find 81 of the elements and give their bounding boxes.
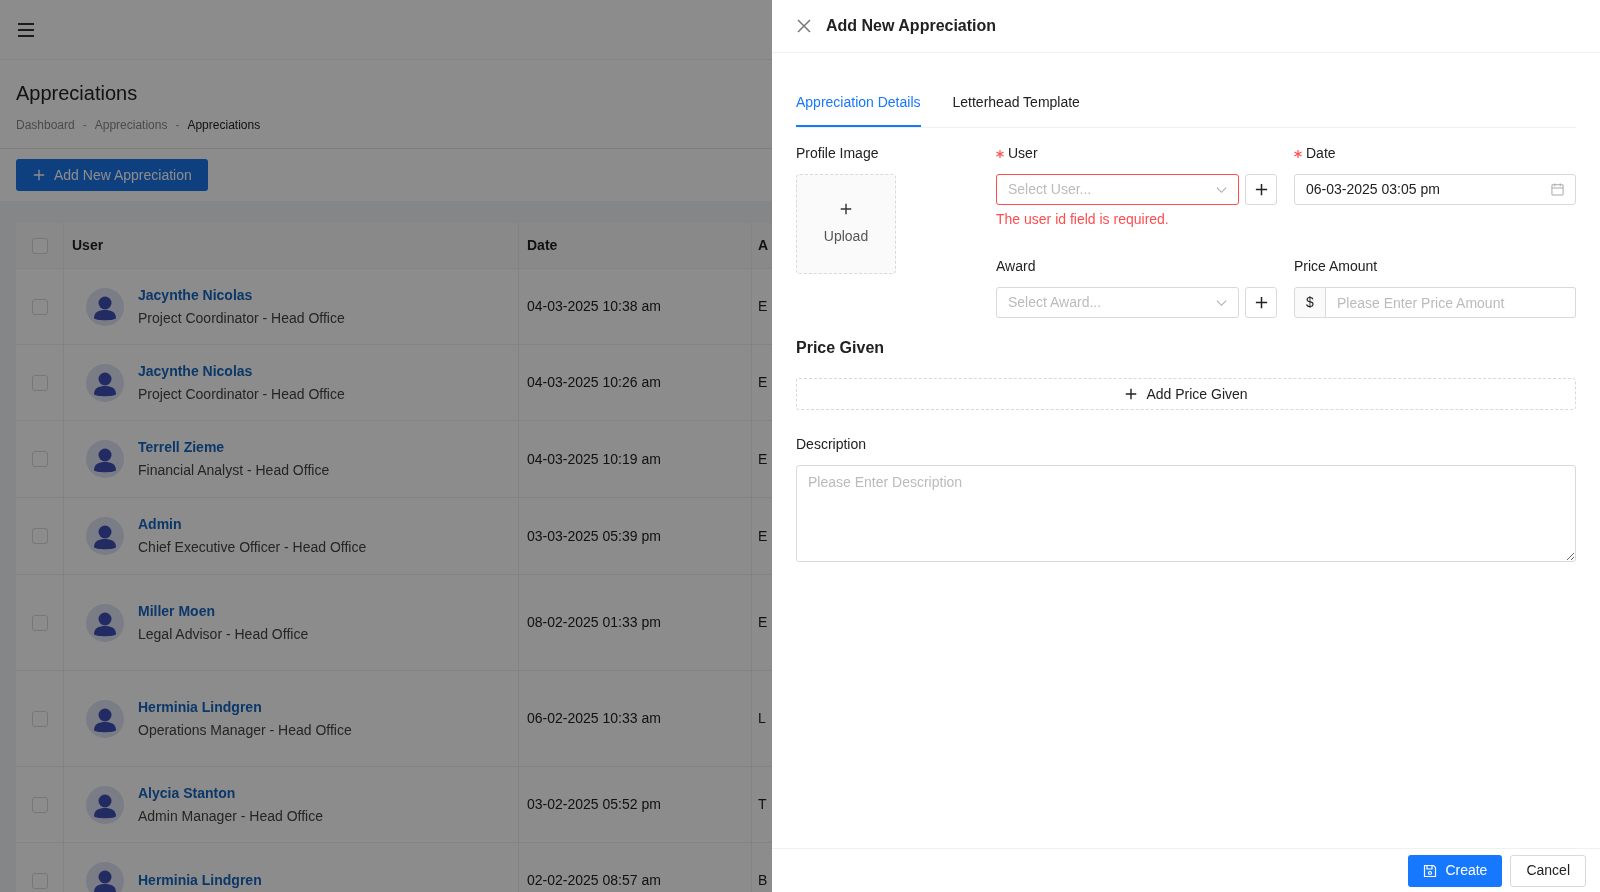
avatar-icon xyxy=(86,440,124,478)
user-role: Project Coordinator - Head Office xyxy=(138,308,345,328)
user-role: Project Coordinator - Head Office xyxy=(138,384,345,404)
add-appreciation-button[interactable]: Add New Appreciation xyxy=(16,159,208,191)
table-cell-text: 04-03-2025 10:26 am xyxy=(527,373,661,392)
field-label: Date xyxy=(1306,144,1336,163)
table-cell-text: E xyxy=(758,297,768,316)
drawer-title: Add New Appreciation xyxy=(826,16,997,36)
user-name-link[interactable]: Herminia Lindgren xyxy=(138,870,262,891)
upload-button[interactable]: Upload xyxy=(796,174,896,274)
table-cell-text: T xyxy=(758,795,767,814)
tab[interactable]: Letterhead Template xyxy=(952,92,1080,127)
column-header: Date xyxy=(527,236,558,255)
table-cell-text: 02-02-2025 08:57 am xyxy=(527,871,661,890)
user-name-link[interactable]: Jacynthe Nicolas xyxy=(138,360,345,382)
user-role: Operations Manager - Head Office xyxy=(138,720,352,740)
plus-icon xyxy=(839,201,853,216)
avatar-icon xyxy=(86,861,124,892)
add-price-given-button[interactable]: Add Price Given xyxy=(796,378,1576,410)
column-header: A xyxy=(758,236,769,255)
plus-icon xyxy=(1253,182,1269,197)
user-role: Admin Manager - Head Office xyxy=(138,806,323,826)
add-button[interactable] xyxy=(1245,287,1277,318)
table-cell-text: E xyxy=(758,373,768,392)
avatar-icon xyxy=(86,287,124,326)
avatar-icon xyxy=(86,699,124,738)
description-input[interactable]: Please Enter Description xyxy=(796,465,1576,562)
column-header: User xyxy=(72,236,104,255)
save-icon xyxy=(1423,863,1438,878)
select-field[interactable]: Select User... xyxy=(996,174,1239,205)
user-name-link[interactable]: Alycia Stanton xyxy=(138,782,323,804)
field-label: Award xyxy=(996,257,1036,276)
avatar-icon xyxy=(86,603,124,642)
section-heading: Price Given xyxy=(796,338,886,358)
create-button[interactable]: Create xyxy=(1408,854,1503,887)
breadcrumb-separator: - xyxy=(82,117,87,134)
avatar-icon xyxy=(86,785,124,824)
user-role: Financial Analyst - Head Office xyxy=(138,461,330,480)
plus-icon xyxy=(1253,295,1269,310)
tab[interactable]: Appreciation Details xyxy=(796,92,921,127)
user-role: Legal Advisor - Head Office xyxy=(138,624,309,644)
table-cell-text: B xyxy=(758,871,768,890)
table-cell-text: 08-02-2025 01:33 pm xyxy=(527,613,661,632)
breadcrumb-link[interactable]: Appreciations xyxy=(94,116,168,134)
breadcrumb-link[interactable]: Dashboard xyxy=(16,116,75,134)
error-message: The user id field is required. xyxy=(996,210,1170,229)
user-name-link[interactable]: Herminia Lindgren xyxy=(138,696,352,718)
table-cell-text: L xyxy=(758,709,766,728)
field-label: Profile Image xyxy=(796,144,880,163)
add-button[interactable] xyxy=(1245,174,1277,205)
plus-icon xyxy=(1124,387,1139,401)
user-role: Chief Executive Officer - Head Office xyxy=(138,538,367,557)
table-cell-text: 03-02-2025 05:52 pm xyxy=(527,795,661,814)
field-label: Price Amount xyxy=(1294,257,1378,276)
avatar-icon xyxy=(86,517,124,555)
currency-prefix: $ xyxy=(1294,287,1326,318)
table-cell-text: 04-03-2025 10:38 am xyxy=(527,297,661,316)
field-label: User xyxy=(1008,144,1038,163)
user-name-link[interactable]: Admin xyxy=(138,514,367,535)
select-field[interactable]: Select Award... xyxy=(996,287,1239,318)
table-cell-text: E xyxy=(758,526,768,546)
chevron-down-icon xyxy=(1216,297,1227,308)
field-label: Description xyxy=(796,435,868,454)
breadcrumb-separator: - xyxy=(175,117,180,134)
table-cell-text: 06-02-2025 10:33 am xyxy=(527,709,661,728)
calendar-icon xyxy=(1551,183,1564,196)
date-field[interactable]: 06-03-2025 03:05 pm xyxy=(1294,174,1576,205)
user-name-link[interactable]: Jacynthe Nicolas xyxy=(138,284,345,306)
user-name-link[interactable]: Miller Moen xyxy=(138,600,309,622)
cancel-button[interactable]: Cancel xyxy=(1510,854,1586,887)
table-cell-text: 04-03-2025 10:19 am xyxy=(527,449,661,469)
avatar-icon xyxy=(86,363,124,402)
chevron-down-icon xyxy=(1216,184,1227,195)
table-cell-text: 03-03-2025 05:39 pm xyxy=(527,526,661,546)
table-cell-text: E xyxy=(758,449,768,469)
price-amount-input[interactable]: Please Enter Price Amount xyxy=(1326,287,1576,318)
plus-icon xyxy=(32,168,46,182)
close-button[interactable] xyxy=(796,18,812,34)
user-name-link[interactable]: Terrell Zieme xyxy=(138,437,330,458)
table-cell-text: E xyxy=(758,613,768,632)
page-title: Appreciations xyxy=(16,81,138,106)
